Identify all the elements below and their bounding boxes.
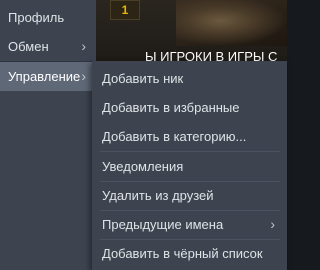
submenu-item-remove-friend[interactable]: Удалить из друзей <box>92 181 287 210</box>
submenu-item-notifications[interactable]: Уведомления <box>92 152 287 181</box>
submenu-item-previous-names[interactable]: Предыдущие имена › <box>92 210 287 239</box>
submenu-item-add-favorites[interactable]: Добавить в избранные <box>92 93 287 122</box>
submenu-item-add-category[interactable]: Добавить в категорию... <box>92 122 287 151</box>
submenu-item-label: Предыдущие имена <box>102 217 224 232</box>
menu-item-manage[interactable]: Управление › <box>0 62 96 91</box>
menu-item-label: Управление <box>8 69 81 84</box>
chevron-right-icon: › <box>81 68 86 84</box>
game-artwork-image <box>176 0 287 46</box>
submenu-item-block[interactable]: Добавить в чёрный список <box>92 239 287 268</box>
context-menu: Профиль Обмен › Управление › <box>0 0 96 270</box>
chevron-right-icon: › <box>81 38 86 54</box>
manage-submenu: Добавить ник Добавить в избранные Добави… <box>92 61 287 270</box>
menu-item-label: Обмен <box>8 39 49 54</box>
menu-item-trade[interactable]: Обмен › <box>0 32 96 61</box>
chevron-right-icon: › <box>270 216 275 232</box>
submenu-item-add-nickname[interactable]: Добавить ник <box>92 64 287 93</box>
menu-item-profile[interactable]: Профиль <box>0 3 96 32</box>
level-badge: 1 <box>110 0 140 20</box>
menu-item-label: Профиль <box>8 10 65 25</box>
